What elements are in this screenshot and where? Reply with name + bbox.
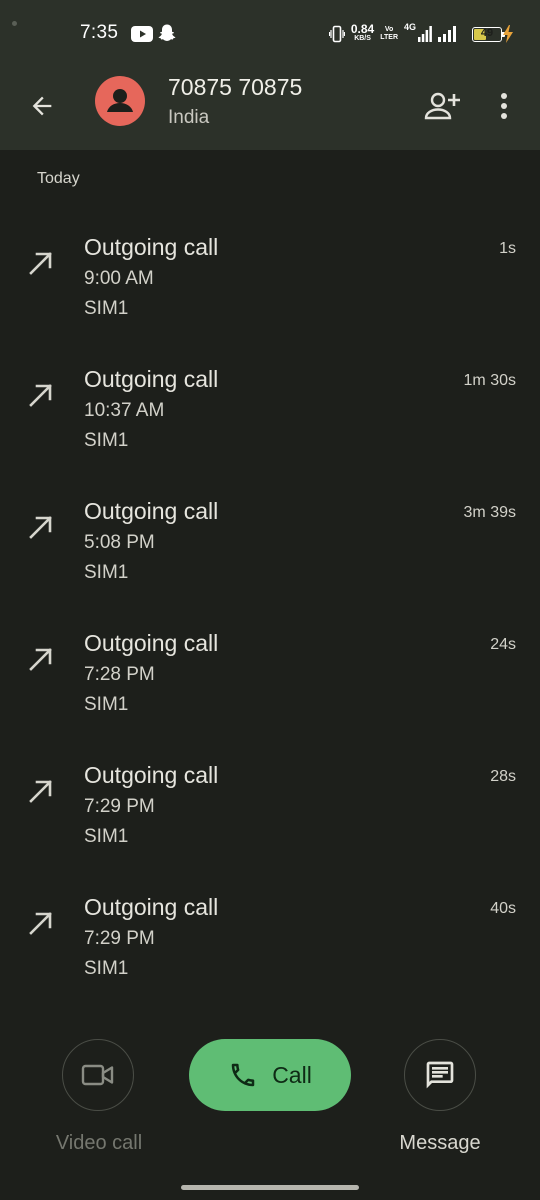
call-type: Outgoing call (84, 762, 219, 788)
call-log-row[interactable]: Outgoing call 9:00 AM SIM1 1s (0, 220, 540, 352)
volte-top-label: Vo (384, 26, 394, 33)
videocam-icon (81, 1064, 114, 1086)
call-history-list: Outgoing call 9:00 AM SIM1 1s Outgoing call 1… (0, 220, 540, 1012)
call-sim: SIM1 (84, 958, 129, 979)
battery-level: 49 (480, 26, 494, 39)
home-indicator[interactable] (181, 1185, 359, 1190)
call-type: Outgoing call (84, 498, 219, 524)
charging-bolt-icon (503, 25, 513, 43)
call-duration: 28s (490, 768, 516, 785)
call-time: 7:29 PM (84, 796, 155, 817)
call-log-row[interactable]: Outgoing call 7:29 PM SIM1 40s (0, 880, 540, 1012)
status-bar: 7:35 0.84 KB/S Vo LTER 4G 49 (0, 0, 540, 62)
contact-name: 70875 70875 (168, 74, 303, 100)
call-sim: SIM1 (84, 298, 129, 319)
call-type: Outgoing call (84, 894, 219, 920)
youtube-icon (131, 26, 153, 42)
call-time: 10:37 AM (84, 400, 165, 421)
call-sim: SIM1 (84, 562, 129, 583)
message-icon (426, 1061, 454, 1089)
network-speed-value: 0.84 (350, 22, 375, 36)
call-time: 7:29 PM (84, 928, 155, 949)
call-time: 9:00 AM (84, 268, 154, 289)
call-duration: 1m 30s (463, 372, 516, 389)
outgoing-call-icon (29, 252, 52, 275)
battery-icon: 49 (472, 26, 505, 42)
contact-avatar (95, 76, 145, 126)
add-contact-button[interactable] (414, 78, 470, 134)
volte-indicator: Vo LTER (380, 26, 398, 42)
call-time: 5:08 PM (84, 532, 155, 553)
signal-sim2-icon (438, 26, 456, 42)
contact-country: India (168, 107, 210, 128)
call-button[interactable]: Call (189, 1039, 351, 1111)
call-log-row[interactable]: Outgoing call 7:28 PM SIM1 24s (0, 616, 540, 748)
more-vert-icon (501, 93, 507, 119)
call-type: Outgoing call (84, 234, 219, 260)
call-duration: 40s (490, 900, 516, 917)
video-call-button[interactable] (62, 1039, 134, 1111)
call-type: Outgoing call (84, 366, 219, 392)
call-sim: SIM1 (84, 430, 129, 451)
volte-bottom-label: R (392, 34, 398, 41)
call-log-row[interactable]: Outgoing call 5:08 PM SIM1 3m 39s (0, 484, 540, 616)
status-icons: 0.84 KB/S Vo LTER 4G 49 (328, 22, 505, 46)
status-time: 7:35 (80, 22, 119, 43)
snapchat-icon (158, 24, 176, 41)
call-button-label: Call (272, 1061, 312, 1088)
notification-dot-icon (12, 21, 17, 26)
call-duration: 3m 39s (463, 504, 516, 521)
more-options-button[interactable] (478, 78, 530, 134)
call-duration: 1s (499, 240, 516, 257)
outgoing-call-icon (29, 780, 52, 803)
signal-bars-icon (418, 26, 432, 42)
phone-icon (231, 1063, 255, 1087)
call-log-row[interactable]: Outgoing call 7:29 PM SIM1 28s (0, 748, 540, 880)
outgoing-call-icon (29, 648, 52, 671)
call-sim: SIM1 (84, 826, 129, 847)
call-sim: SIM1 (84, 694, 129, 715)
arrow-back-icon (32, 96, 52, 116)
vibrate-icon (328, 25, 345, 43)
person-add-icon (424, 92, 460, 120)
outgoing-call-icon (29, 384, 52, 407)
signal-sim1: 4G (404, 22, 432, 44)
volte-mid-label: LTE (380, 34, 393, 41)
app-bar: 70875 70875 India (0, 62, 540, 150)
person-icon (107, 89, 133, 112)
outgoing-call-icon (29, 912, 52, 935)
call-duration: 24s (490, 636, 516, 653)
phone-screen: 7:35 0.84 KB/S Vo LTER 4G 49 70875 70875… (0, 0, 540, 1200)
network-speed: 0.84 KB/S (350, 22, 375, 43)
video-call-label: Video call (55, 1132, 143, 1154)
network-speed-unit: KB/S (354, 35, 371, 42)
network-type: 4G (404, 22, 417, 32)
back-button[interactable] (14, 78, 70, 134)
outgoing-call-icon (29, 516, 52, 539)
call-time: 7:28 PM (84, 664, 155, 685)
section-header-today: Today (37, 170, 80, 187)
message-button[interactable] (404, 1039, 476, 1111)
call-log-row[interactable]: Outgoing call 10:37 AM SIM1 1m 30s (0, 352, 540, 484)
message-label: Message (399, 1132, 481, 1154)
call-type: Outgoing call (84, 630, 219, 656)
